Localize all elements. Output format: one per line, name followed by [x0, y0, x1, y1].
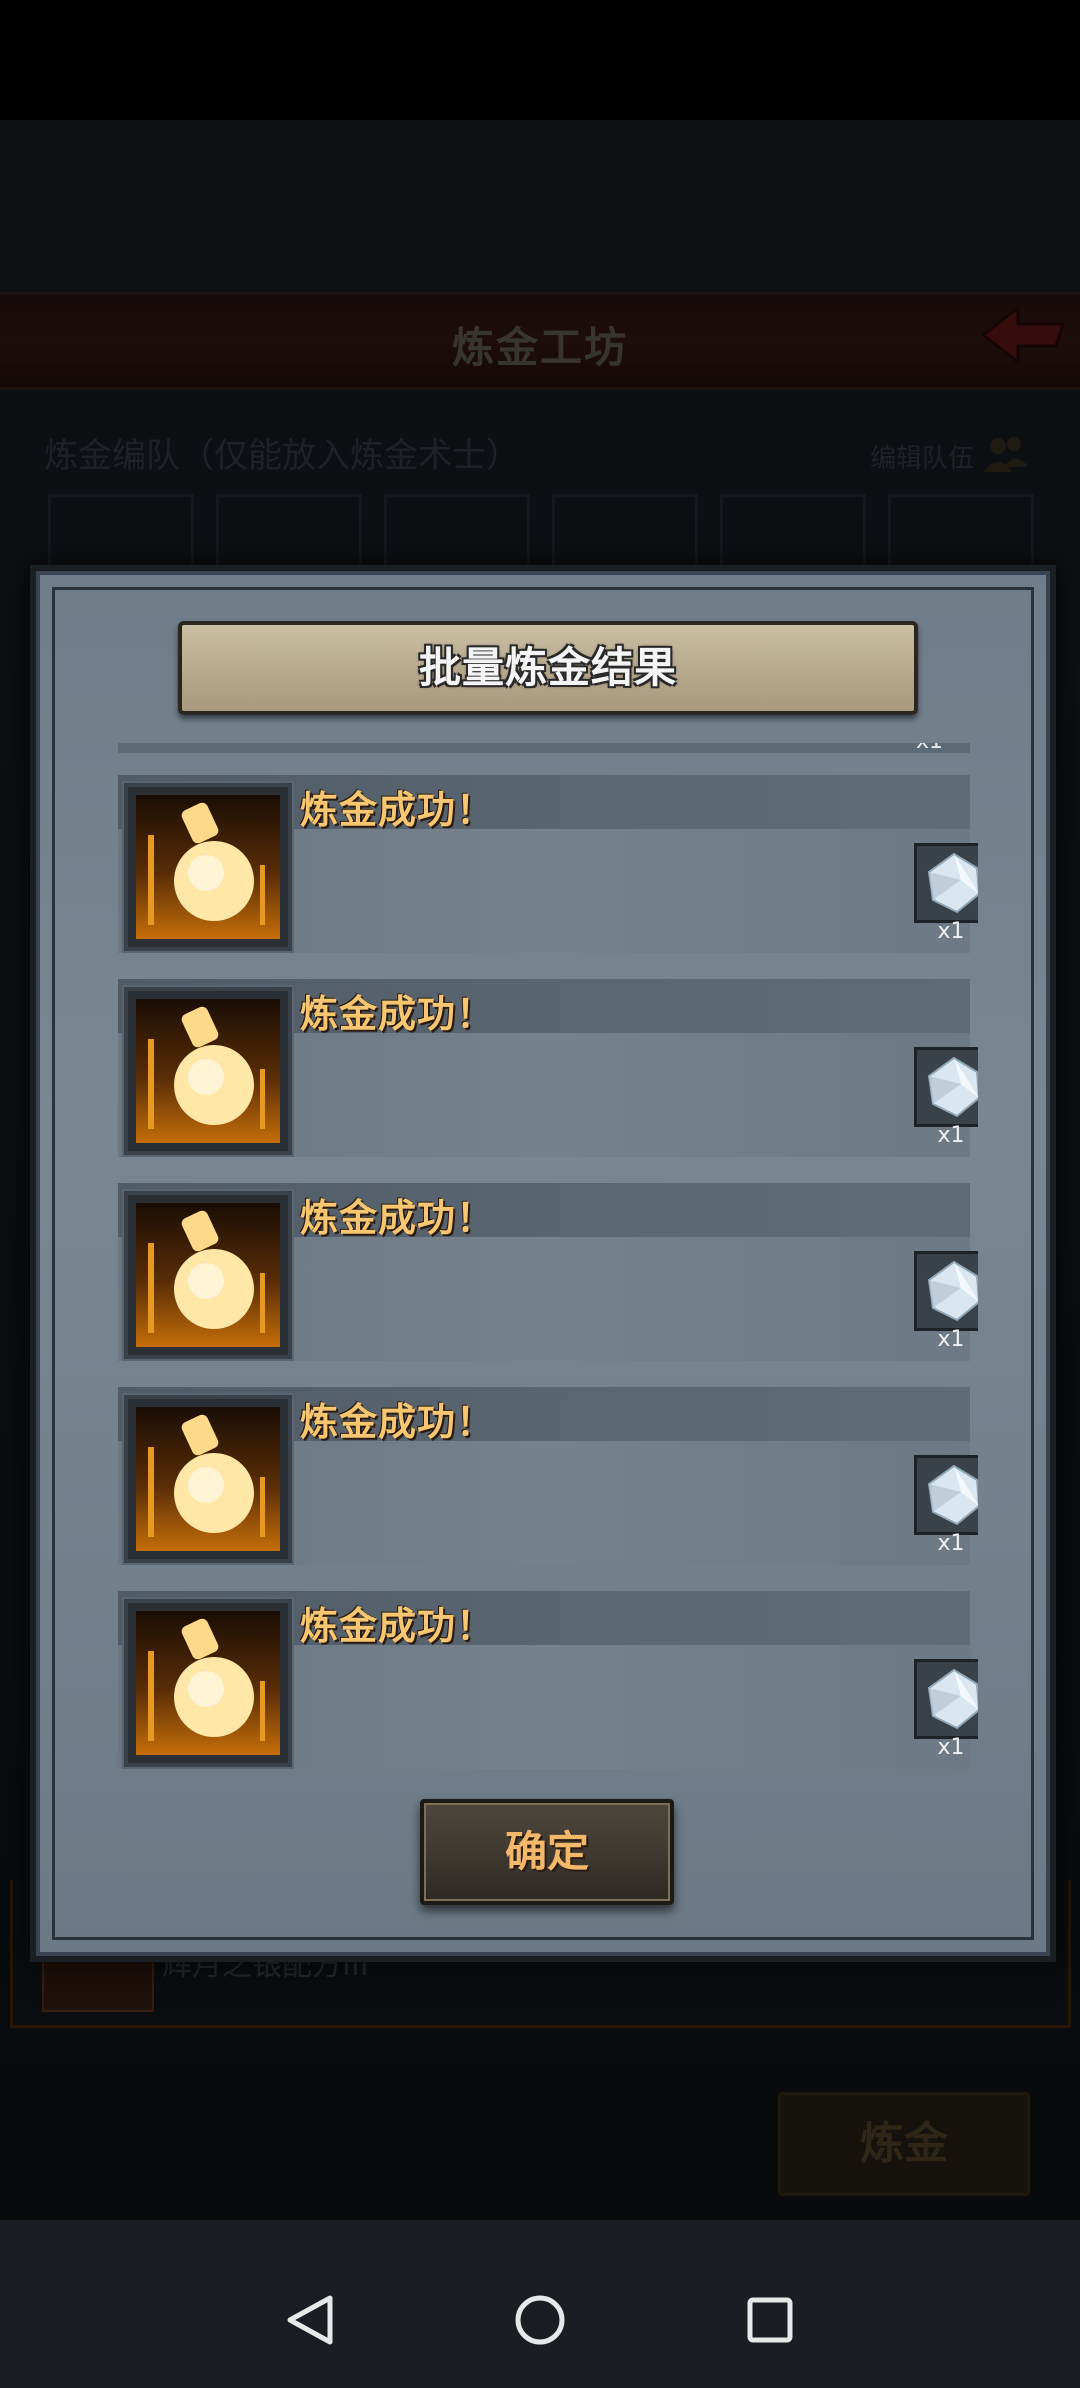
crystal-icon [914, 1455, 978, 1535]
status-bar [0, 0, 1080, 120]
potion-icon [136, 1407, 280, 1551]
result-text: 炼金成功！ [300, 788, 496, 832]
list-item [118, 743, 970, 753]
potion-icon [136, 795, 280, 939]
list-item: 炼金成功！ x1 [118, 979, 978, 1157]
crystal-icon [914, 843, 978, 923]
result-text: 炼金成功！ [300, 1400, 496, 1444]
result-text: 炼金成功！ [300, 1604, 496, 1648]
crystal-icon [914, 1251, 978, 1331]
potion-icon-frame [124, 1395, 292, 1563]
reward-quantity: x1 [937, 1327, 965, 1352]
list-item: 炼金成功！ x1 [118, 1591, 978, 1769]
result-list[interactable]: x1 炼金成功！ [118, 743, 978, 1775]
reward-quantity: x1 [937, 1531, 965, 1556]
list-item: 炼金成功！ x1 [118, 1387, 978, 1565]
reward-quantity: x1 [937, 1735, 965, 1760]
screen: 炼金工坊 炼金编队（仅能放入炼金术士） 编辑队伍 辉月之银配方III 炼金 批量… [0, 0, 1080, 2388]
reward-quantity: x1 [916, 743, 943, 754]
crystal-icon [914, 1047, 978, 1127]
list-item: 炼金成功！ x1 [118, 775, 978, 953]
dialog-title-plate: 批量炼金结果 [178, 621, 918, 715]
potion-icon [136, 999, 280, 1143]
result-text: 炼金成功！ [300, 992, 496, 1036]
result-text: 炼金成功！ [300, 1196, 496, 1240]
crystal-icon [914, 1659, 978, 1739]
home-circle-icon[interactable] [510, 2290, 570, 2350]
potion-icon-frame [124, 1191, 292, 1359]
list-item: 炼金成功！ x1 [118, 1183, 978, 1361]
back-triangle-icon[interactable] [280, 2290, 340, 2350]
reward-quantity: x1 [937, 919, 965, 944]
potion-icon-frame [124, 987, 292, 1155]
confirm-button[interactable]: 确定 [420, 1799, 674, 1905]
batch-alchemy-result-dialog: 批量炼金结果 x1 [30, 565, 1056, 1962]
recents-square-icon[interactable] [740, 2290, 800, 2350]
confirm-button-label: 确定 [504, 1827, 589, 1876]
dialog-title: 批量炼金结果 [418, 643, 677, 692]
reward-quantity: x1 [937, 1123, 965, 1148]
potion-icon-frame [124, 1599, 292, 1767]
potion-icon [136, 1611, 280, 1755]
potion-icon [136, 1203, 280, 1347]
potion-icon-frame [124, 783, 292, 951]
